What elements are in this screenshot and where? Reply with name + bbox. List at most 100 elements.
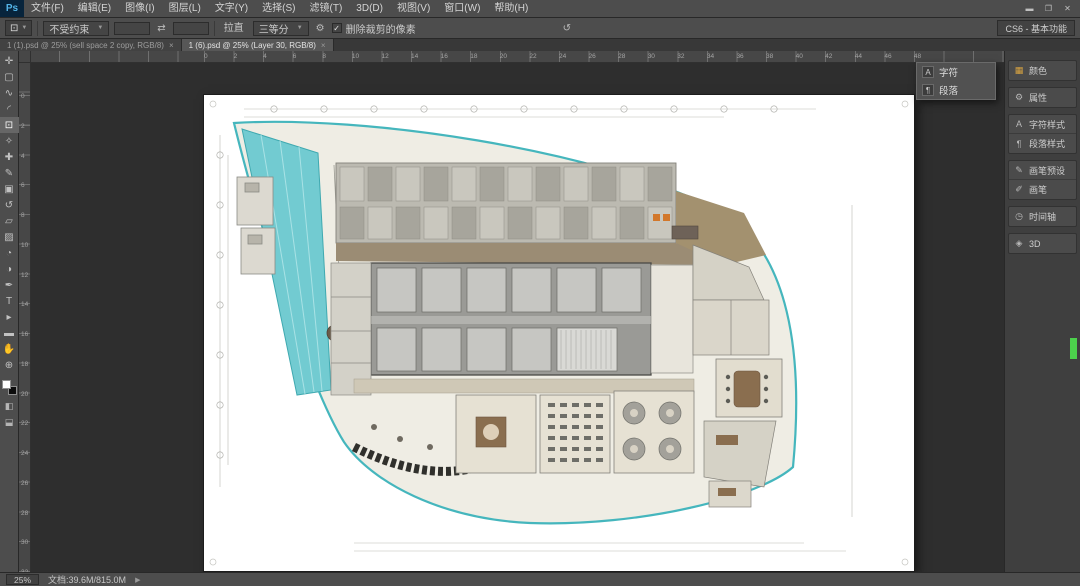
ruler-number: 4 xyxy=(21,152,25,160)
ruler-number: 42 xyxy=(825,53,833,60)
status-bar: 25% 文档:39.6M/815.0M ▶ xyxy=(0,572,1080,586)
ruler-horizontal[interactable]: 0 2 4 6 8 10 12 14 16 18 20 22 24 26 28 30 32 34 36 38 40 42 4… xyxy=(31,51,1004,63)
crop-tool-icon: ⊡ xyxy=(10,22,19,34)
ruler-number: 10 xyxy=(351,53,360,60)
crop-width-input[interactable] xyxy=(114,21,151,35)
menu-file[interactable]: 文件(F) xyxy=(24,0,71,17)
ruler-number: 32 xyxy=(677,53,685,60)
ruler-origin-corner[interactable] xyxy=(19,51,31,63)
separator xyxy=(37,20,39,36)
menu-window[interactable]: 窗口(W) xyxy=(437,0,487,17)
crop-height-input[interactable] xyxy=(172,21,209,35)
menu-help[interactable]: 帮助(H) xyxy=(487,0,535,17)
ruler-number: 14 xyxy=(411,53,419,60)
panel-properties-button[interactable]: ⚙ 属性 xyxy=(1009,88,1076,107)
document-canvas[interactable] xyxy=(204,95,914,571)
eyedropper-tool[interactable]: ✧ xyxy=(0,133,19,149)
panel-color-button[interactable]: ▦ 颜色 xyxy=(1009,61,1076,80)
menu-type[interactable]: 文字(Y) xyxy=(208,0,255,17)
panel-brush-button[interactable]: ✐ 画笔 xyxy=(1009,180,1076,199)
reset-crop-icon[interactable]: ↺ xyxy=(561,23,573,34)
workspace-label: CS6 - 基本功能 xyxy=(1005,23,1067,34)
menu-filter[interactable]: 滤镜(T) xyxy=(303,0,350,17)
ruler-number: 6 xyxy=(292,53,297,60)
straighten-button[interactable]: 拉直 xyxy=(220,21,248,36)
hand-tool[interactable]: ✋ xyxy=(0,341,19,357)
color-swatches[interactable] xyxy=(0,378,19,397)
crop-tool[interactable]: ⊡ xyxy=(0,117,19,133)
panel-character-styles-button[interactable]: A 字符样式 xyxy=(1009,115,1076,134)
brush-tool[interactable]: ✎ xyxy=(0,165,19,181)
crop-ratio-dropdown[interactable]: 不受约束 ▼ xyxy=(43,20,110,36)
crop-settings-gear-icon[interactable]: ⚙ xyxy=(314,23,327,34)
panel-3d-button[interactable]: ◈ 3D xyxy=(1009,234,1076,253)
gradient-tool[interactable]: ▨ xyxy=(0,229,19,245)
tab-title: 1 (1).psd @ 25% (sell space 2 copy, RGB/… xyxy=(7,40,164,50)
brush-panel-icon: ✐ xyxy=(1015,184,1023,194)
tab-close-icon[interactable]: × xyxy=(169,41,174,50)
history-brush-tool[interactable]: ↺ xyxy=(0,197,19,213)
ruler-number: 38 xyxy=(766,53,774,60)
menu-layer[interactable]: 图层(L) xyxy=(162,0,208,17)
tab-close-icon[interactable]: × xyxy=(321,41,326,50)
delete-cropped-pixels-checkbox[interactable]: ✓ 删除裁剪的像素 xyxy=(331,21,416,36)
ruler-number: 20 xyxy=(21,390,29,398)
history-brush-tool-icon: ↺ xyxy=(4,199,14,211)
blur-tool-icon: ◔ xyxy=(5,247,13,259)
blur-tool[interactable]: ◔ xyxy=(0,245,19,261)
banquet-room-a xyxy=(455,394,537,474)
panel-brush-presets-button[interactable]: ✎ 画笔预设 xyxy=(1009,161,1076,180)
zoom-tool[interactable]: ⊕ xyxy=(0,357,19,373)
menu-edit[interactable]: 编辑(E) xyxy=(71,0,118,17)
move-tool[interactable]: ✛ xyxy=(0,53,19,69)
swap-dimensions-icon[interactable]: ⇄ xyxy=(155,23,167,34)
ruler-number: 16 xyxy=(440,53,448,60)
ruler-number: 18 xyxy=(470,53,478,60)
ruler-number: 26 xyxy=(588,53,596,60)
crop-overlay-value: 三等分 xyxy=(258,24,289,36)
rectangular-marquee-tool[interactable]: ▢ xyxy=(0,69,19,85)
quick-selection-tool[interactable]: ◜ xyxy=(0,101,19,117)
ruler-number: 30 xyxy=(21,539,29,547)
menu-3d[interactable]: 3D(D) xyxy=(349,0,390,17)
path-selection-tool[interactable]: ▸ xyxy=(0,309,19,325)
minimize-button[interactable]: ▬ xyxy=(1020,0,1039,17)
foreground-color-swatch[interactable] xyxy=(1,380,11,389)
document-tab-1[interactable]: 1 (1).psd @ 25% (sell space 2 copy, RGB/… xyxy=(0,39,182,51)
close-button[interactable]: ✕ xyxy=(1058,0,1077,17)
menu-image[interactable]: 图像(I) xyxy=(118,0,161,17)
clone-stamp-tool-icon: ▣ xyxy=(4,183,14,195)
chevron-down-icon: ▼ xyxy=(296,25,303,31)
panel-paragraph-styles-button[interactable]: ¶ 段落样式 xyxy=(1009,134,1076,153)
panel-label: 3D xyxy=(1029,238,1041,249)
flyout-item-character[interactable]: A 字符 xyxy=(917,63,995,81)
clone-stamp-tool[interactable]: ▣ xyxy=(0,181,19,197)
crop-overlay-dropdown[interactable]: 三等分 ▼ xyxy=(252,20,309,36)
panel-timeline-button[interactable]: ◷ 时间轴 xyxy=(1009,207,1076,226)
spot-healing-tool[interactable]: ✚ xyxy=(0,149,19,165)
rectangle-shape-tool[interactable]: ▬ xyxy=(0,325,19,341)
eraser-tool[interactable]: ▱ xyxy=(0,213,19,229)
ruler-number: 10 xyxy=(21,241,29,249)
menu-view[interactable]: 视图(V) xyxy=(390,0,437,17)
workspace-switcher[interactable]: CS6 - 基本功能 xyxy=(997,20,1075,36)
menu-select[interactable]: 选择(S) xyxy=(255,0,302,17)
document-tab-2[interactable]: 1 (6).psd @ 25% (Layer 30, RGB/8) × xyxy=(181,39,334,51)
ruler-vertical[interactable]: 02468101214161820222426283032 xyxy=(19,63,31,572)
zoom-level-field[interactable]: 25% xyxy=(6,574,40,585)
eyedropper-tool-icon: ✧ xyxy=(4,135,14,147)
tool-preset-picker[interactable]: ⊡ ▼ xyxy=(5,20,33,36)
ruler-number: 18 xyxy=(21,360,29,368)
horizontal-type-tool[interactable]: T xyxy=(0,293,19,309)
meeting-room xyxy=(539,394,611,474)
screen-mode-button[interactable]: ⬓ xyxy=(0,415,19,429)
quick-mask-button[interactable]: ◧ xyxy=(0,399,19,413)
lasso-tool[interactable]: ∿ xyxy=(0,85,19,101)
flyout-item-paragraph[interactable]: ¶ 段落 xyxy=(917,81,995,99)
status-arrow-icon[interactable]: ▶ xyxy=(135,576,140,584)
pen-tool[interactable]: ✒ xyxy=(0,277,19,293)
quick-selection-tool-icon: ◜ xyxy=(7,103,11,115)
restore-button[interactable]: ❐ xyxy=(1039,0,1058,17)
ruler-number: 28 xyxy=(618,53,626,60)
dodge-tool[interactable]: ◑ xyxy=(0,261,19,277)
